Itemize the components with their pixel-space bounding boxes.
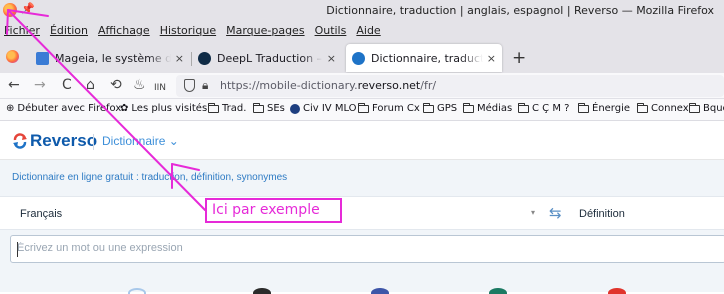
annotation-label: Ici par exemple <box>205 198 342 223</box>
annotation-arrow <box>6 9 206 211</box>
